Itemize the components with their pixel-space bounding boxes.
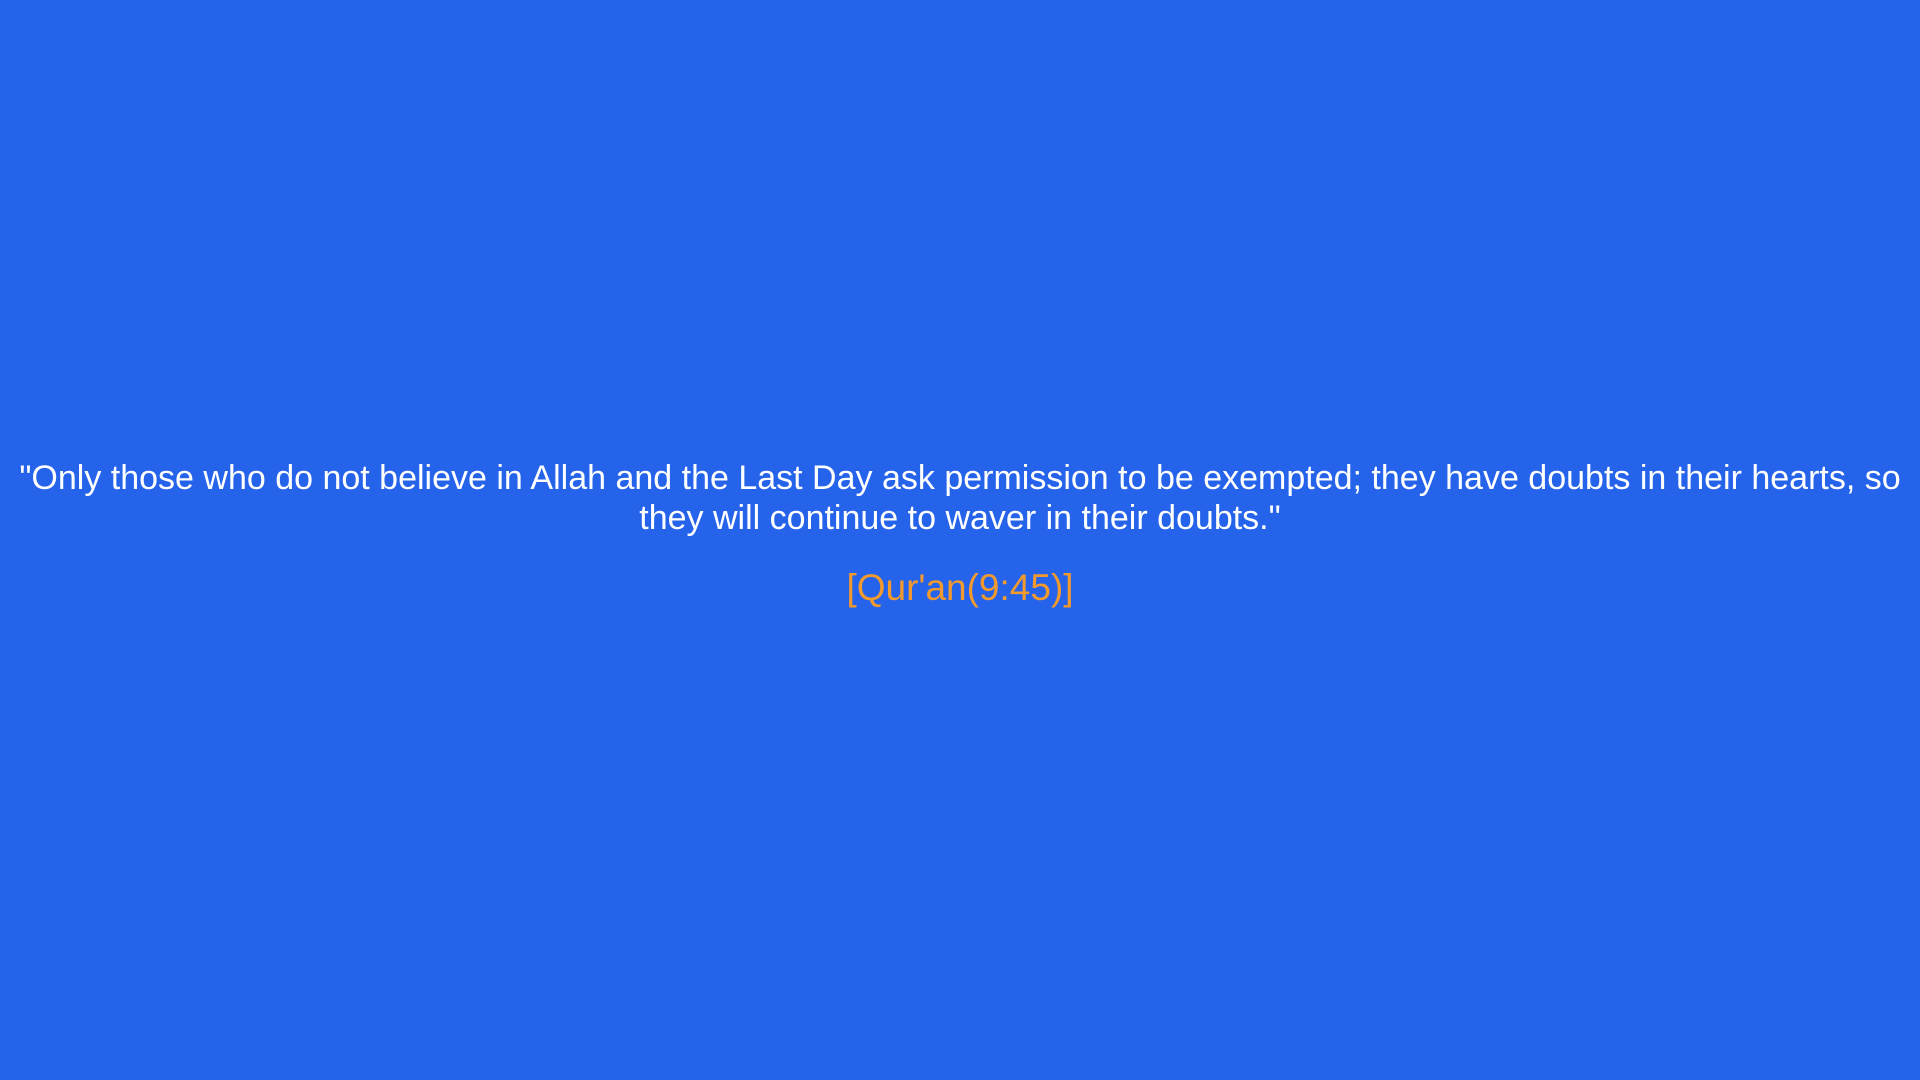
quote-block: "Only those who do not believe in Allah … — [10, 458, 1910, 610]
quote-text: "Only those who do not believe in Allah … — [19, 459, 1901, 537]
quote-screen: "Only those who do not believe in Allah … — [0, 0, 1920, 1080]
quote-citation: [Qur'an(9:45)] — [846, 567, 1074, 608]
